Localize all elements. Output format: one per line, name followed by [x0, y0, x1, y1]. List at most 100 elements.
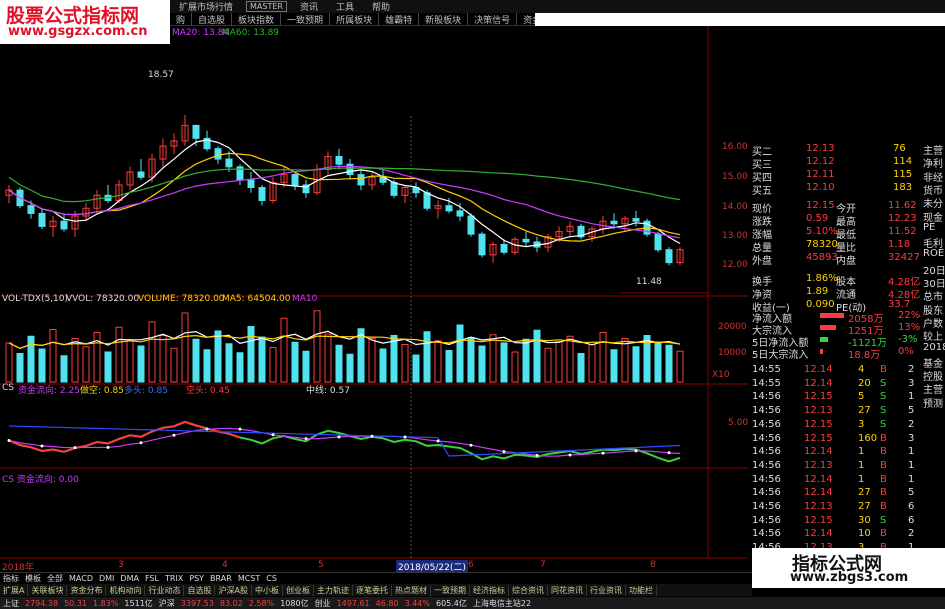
bottom-function-tab[interactable]: 主力轨迹	[314, 584, 353, 596]
cell: 14:56	[752, 501, 781, 512]
bottom-function-tab[interactable]: 关联板块	[28, 584, 68, 596]
bottom-function-tab[interactable]: 综合资讯	[509, 584, 548, 596]
cs-dot	[337, 435, 341, 439]
volume-bar	[401, 344, 409, 383]
cell: B	[880, 501, 887, 512]
indicator-tab[interactable]: TRIX	[162, 574, 186, 583]
volume-bar	[181, 312, 189, 383]
indicator-tab[interactable]: 模板	[22, 573, 44, 584]
indicator-tab[interactable]: 指标	[0, 573, 22, 584]
vol-legend-name: VOL-TDX(5,10)	[2, 294, 69, 304]
menu-item-help[interactable]: 帮助	[363, 0, 399, 13]
side-right-label: 非经	[748, 169, 945, 184]
x-tick: 3	[118, 560, 124, 570]
bottom-function-tab[interactable]: 经济指标	[470, 584, 509, 596]
server-status[interactable]: 上海电信主站22	[470, 598, 534, 609]
cs-legend-c: 多头: 0.85	[124, 386, 168, 396]
candle-body	[423, 192, 431, 209]
indicator-tab[interactable]: PSY	[186, 574, 207, 583]
side-right-label: 30日	[748, 275, 945, 290]
cell: 12.14	[804, 528, 833, 540]
tab-item[interactable]: 自选股	[192, 12, 233, 26]
tab-item[interactable]: 板块指数	[232, 12, 282, 26]
cell: 14:56	[752, 487, 781, 499]
bottom-function-tab[interactable]: 机构动向	[106, 584, 146, 596]
side-right-label: 预测	[748, 395, 945, 410]
side-right-label: 现金	[748, 209, 945, 224]
bottom-function-tab[interactable]: 逐笔委托	[353, 584, 392, 596]
cell: 27	[858, 487, 871, 499]
cs-dot	[40, 444, 44, 448]
volume-bar	[511, 351, 519, 383]
tick-row: 14:56 12.15 160 B 3	[748, 433, 945, 445]
candle-body	[291, 174, 299, 186]
bottom-function-tab[interactable]: 扩展A	[0, 584, 29, 596]
cs-dot	[502, 450, 506, 454]
tab-item[interactable]: 一致预期	[281, 12, 331, 26]
bottom-function-tab[interactable]: 同花资讯	[548, 584, 587, 596]
indicator-tab[interactable]: 全部	[44, 573, 66, 584]
tab-item[interactable]: 决策信号	[468, 12, 518, 26]
cell: B	[880, 473, 887, 485]
tick-row: 14:56 12.13 1 B 1	[748, 460, 945, 472]
vol-legend-volume: VOLUME: 78320.00	[138, 294, 225, 304]
cs-dot	[634, 449, 638, 453]
candle-body	[27, 205, 35, 214]
cell: B	[880, 446, 887, 458]
menu-item-market[interactable]: 扩展市场行情	[170, 0, 242, 13]
indicator-tab[interactable]: DMA	[117, 574, 142, 583]
indicator-tab[interactable]: DMI	[96, 574, 117, 583]
menu-item-master[interactable]: MASTER	[246, 1, 287, 12]
menu-item-tools[interactable]: 工具	[327, 0, 363, 13]
tab-item[interactable]: 雄霸特	[379, 12, 420, 26]
bottom-function-tab[interactable]: 行业资讯	[587, 584, 626, 596]
cs-red-line	[8, 420, 241, 453]
cell: 12.15	[804, 514, 833, 526]
indicator-tab[interactable]: FSL	[142, 574, 162, 583]
x-tick: 8	[650, 560, 656, 570]
side-right-label: 总市	[748, 288, 945, 303]
bottom-function-tab[interactable]: 资金分布	[67, 584, 107, 596]
volume-bar	[60, 355, 68, 383]
function-tab-bar: 购 自选股 板块指数 一致预期 所属板块 雄霸特 新股板块 决策信号 资金	[170, 12, 549, 26]
volume-bar	[610, 349, 618, 383]
volume-bar	[522, 338, 530, 383]
menu-item-news[interactable]: 资讯	[291, 0, 327, 13]
bottom-function-tab[interactable]: 行业动态	[145, 584, 185, 596]
cs-dot	[172, 433, 176, 437]
cell: 14:56	[752, 405, 781, 417]
y-tick-main: 15.00	[722, 172, 748, 182]
volume-bar	[533, 329, 541, 383]
side-right-label: 较上	[748, 328, 945, 343]
tab-item[interactable]: 购	[170, 12, 193, 26]
cell: 5	[908, 405, 915, 417]
status-cell: 46.80	[375, 598, 399, 608]
cell: 6	[908, 514, 915, 526]
volume-bar	[390, 335, 398, 383]
indicator-tab[interactable]: MACD	[66, 574, 96, 583]
cs-dot	[271, 433, 275, 437]
cell: 14:56	[752, 459, 781, 471]
bottom-function-tab[interactable]: 功能栏	[626, 584, 657, 596]
bottom-function-tab[interactable]: 热点题材	[392, 584, 431, 596]
tab-item[interactable]: 新股板块	[419, 12, 469, 26]
tab-item[interactable]: 所属板块	[330, 12, 380, 26]
status-cell: 3397.53	[180, 598, 214, 608]
bottom-function-tab[interactable]: 沪深A股	[215, 584, 252, 596]
cell: 14:56	[752, 528, 781, 540]
bottom-function-tab[interactable]: 一致预期	[431, 584, 470, 596]
bottom-function-tab[interactable]: 创业板	[283, 584, 314, 596]
indicator-tab[interactable]: CS	[263, 574, 280, 583]
bottom-function-tab[interactable]: 自选股	[184, 584, 216, 596]
side-right-label: 控股	[748, 368, 945, 383]
indicator-tab[interactable]: BRAR	[207, 574, 235, 583]
status-cell: 1.83%	[93, 598, 119, 608]
cell: 3	[908, 432, 915, 444]
candle-body	[247, 179, 255, 189]
side-right-label: 主营	[748, 142, 945, 157]
cell: 1	[908, 459, 915, 471]
indicator-tab[interactable]: MCST	[235, 574, 263, 583]
volume-bar	[665, 344, 673, 383]
volume-bar	[5, 342, 13, 383]
bottom-function-tab[interactable]: 中小板	[252, 584, 283, 596]
